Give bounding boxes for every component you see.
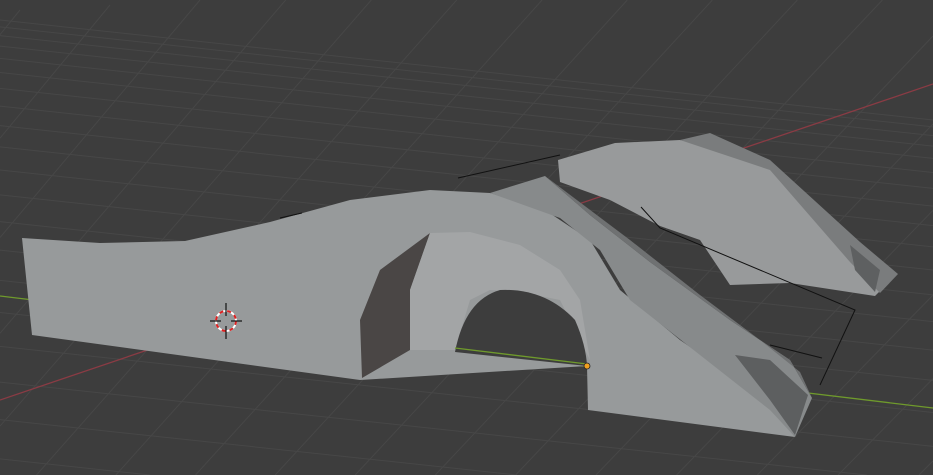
grid-line — [0, 26, 933, 128]
grid-line — [918, 460, 933, 475]
grid-line — [0, 57, 933, 159]
grid-line — [0, 9, 21, 36]
back-arch-mesh[interactable] — [558, 133, 898, 296]
grid-line — [837, 378, 933, 475]
grid-line — [0, 0, 201, 238]
3d-viewport[interactable] — [0, 0, 933, 475]
grid-line — [0, 419, 517, 475]
grid-line — [0, 19, 933, 121]
object-origin-icon[interactable] — [583, 362, 591, 370]
grid-line — [0, 72, 933, 173]
grid-line — [0, 87, 933, 189]
grid-line — [0, 4, 111, 139]
viewport-canvas[interactable] — [0, 0, 933, 475]
